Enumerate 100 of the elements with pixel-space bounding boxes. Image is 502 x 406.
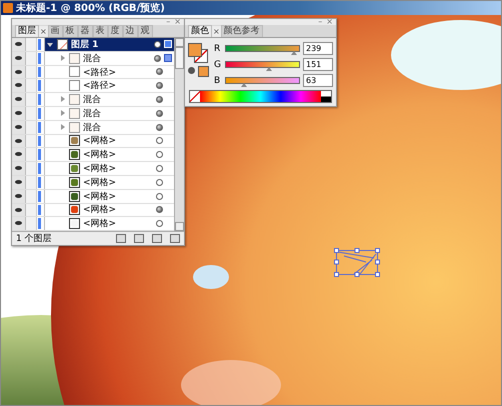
slider-thumb[interactable]: [291, 51, 298, 55]
none-swatch[interactable]: [190, 91, 200, 102]
panel-tab[interactable]: 观: [138, 25, 153, 37]
eye-icon[interactable]: [12, 66, 26, 78]
minimize-button[interactable]: –: [318, 19, 322, 25]
panel-tab[interactable]: 边: [122, 25, 138, 37]
layer-row[interactable]: 混合: [44, 52, 174, 65]
default-colors-swatch[interactable]: [321, 91, 331, 102]
layer-count: 1 个图层: [16, 232, 52, 245]
fill-swatch[interactable]: [188, 43, 202, 57]
layer-name: <网格>: [83, 176, 118, 189]
layer-name: 混合: [83, 52, 102, 65]
value-field[interactable]: 151: [303, 58, 333, 71]
layer-name: <网格>: [83, 162, 118, 176]
layer-name: <路径>: [83, 80, 118, 92]
selection-indicator[interactable]: [164, 54, 172, 62]
layer-thumbnail: [69, 163, 80, 174]
web-color-swatch[interactable]: [198, 66, 209, 77]
close-tab-button[interactable]: ×: [39, 26, 48, 37]
layer-name: 混合: [83, 122, 102, 134]
lock-toggle[interactable]: [26, 217, 37, 230]
lock-toggle[interactable]: [26, 52, 37, 65]
layer-color-bar: [38, 80, 41, 92]
selection-bounding-box[interactable]: [334, 248, 380, 277]
eye-icon[interactable]: [12, 93, 26, 106]
panel-tab[interactable]: 颜色: [188, 25, 212, 37]
layer-name: <网格>: [83, 134, 118, 148]
lock-toggle[interactable]: [26, 176, 37, 189]
panel-tab[interactable]: 板: [62, 25, 78, 37]
eye-icon[interactable]: [12, 38, 26, 51]
eye-icon[interactable]: [12, 190, 26, 203]
slider-thumb[interactable]: [266, 67, 272, 71]
lock-toggle[interactable]: [26, 162, 37, 175]
layer-thumbnail: [69, 190, 80, 202]
app-icon: [3, 3, 13, 13]
disclosure-triangle-icon[interactable]: [47, 40, 54, 48]
close-button[interactable]: ×: [174, 19, 181, 25]
lock-toggle[interactable]: [26, 93, 37, 106]
value-field[interactable]: 239: [303, 42, 333, 55]
layer-name: <网格>: [83, 204, 118, 216]
layer-color-bar: [38, 94, 41, 105]
layer-color-bar: [38, 163, 41, 174]
layer-color-bar: [38, 136, 41, 146]
lock-toggle[interactable]: [26, 134, 37, 148]
panel-tab[interactable]: 图层: [15, 25, 39, 37]
color-spectrum[interactable]: [200, 91, 321, 102]
eye-icon[interactable]: [12, 134, 26, 148]
eye-icon[interactable]: [12, 204, 26, 216]
layer-color-bar: [38, 52, 41, 64]
layer-name: <路径>: [83, 66, 118, 78]
eye-icon[interactable]: [12, 162, 26, 175]
slider-thumb[interactable]: [241, 83, 248, 87]
minimize-button[interactable]: –: [166, 19, 170, 25]
eye-icon[interactable]: [12, 217, 26, 230]
panel-tab[interactable]: 画: [48, 25, 63, 37]
lock-toggle[interactable]: [26, 66, 37, 78]
layer-name: 混合: [83, 108, 102, 120]
layer-name: <网格>: [83, 218, 118, 230]
lock-toggle[interactable]: [26, 120, 37, 134]
layer-color-bar: [38, 218, 41, 230]
panel-tab[interactable]: 器: [78, 25, 93, 37]
close-button[interactable]: ×: [326, 19, 333, 25]
layer-thumbnail: [69, 122, 80, 133]
lock-toggle[interactable]: [26, 79, 37, 92]
target-icon[interactable]: [154, 40, 161, 48]
lock-toggle[interactable]: [26, 148, 37, 162]
lock-toggle[interactable]: [26, 204, 37, 216]
slider-track[interactable]: [225, 45, 300, 52]
lock-toggle[interactable]: [26, 38, 37, 51]
panel-tab[interactable]: 度: [108, 25, 123, 37]
eye-icon[interactable]: [12, 79, 26, 92]
layer-color-bar: [38, 190, 41, 202]
scrollbar[interactable]: [174, 38, 184, 231]
layer-color-bar: [38, 204, 41, 216]
panel-tab[interactable]: 颜色参考: [220, 25, 263, 37]
slider-track[interactable]: [225, 61, 300, 68]
eye-icon[interactable]: [12, 148, 26, 162]
channel-label: G: [214, 60, 222, 70]
layer-color-bar: [38, 122, 41, 133]
layer-row[interactable]: 图层 1: [44, 38, 174, 51]
lock-toggle[interactable]: [26, 106, 37, 120]
eye-icon[interactable]: [12, 106, 26, 120]
lock-toggle[interactable]: [26, 190, 37, 203]
eye-icon[interactable]: [12, 52, 26, 65]
channel-label: B: [214, 76, 222, 86]
layer-thumbnail: [69, 66, 80, 78]
eye-icon[interactable]: [12, 176, 26, 189]
layer-color-bar: [38, 39, 41, 50]
layer-thumbnail: [69, 108, 80, 119]
layer-color-bar: [38, 149, 41, 160]
slider-track[interactable]: [225, 77, 300, 84]
panel-tab[interactable]: 表: [92, 25, 108, 37]
layer-thumbnail: [69, 204, 80, 216]
value-field[interactable]: 63: [303, 74, 333, 87]
layer-thumbnail: [69, 149, 80, 160]
layer-color-bar: [38, 176, 41, 188]
layer-thumbnail: [69, 218, 80, 230]
layer-color-bar: [38, 108, 41, 119]
eye-icon[interactable]: [12, 120, 26, 134]
close-tab-button[interactable]: ×: [212, 26, 221, 37]
